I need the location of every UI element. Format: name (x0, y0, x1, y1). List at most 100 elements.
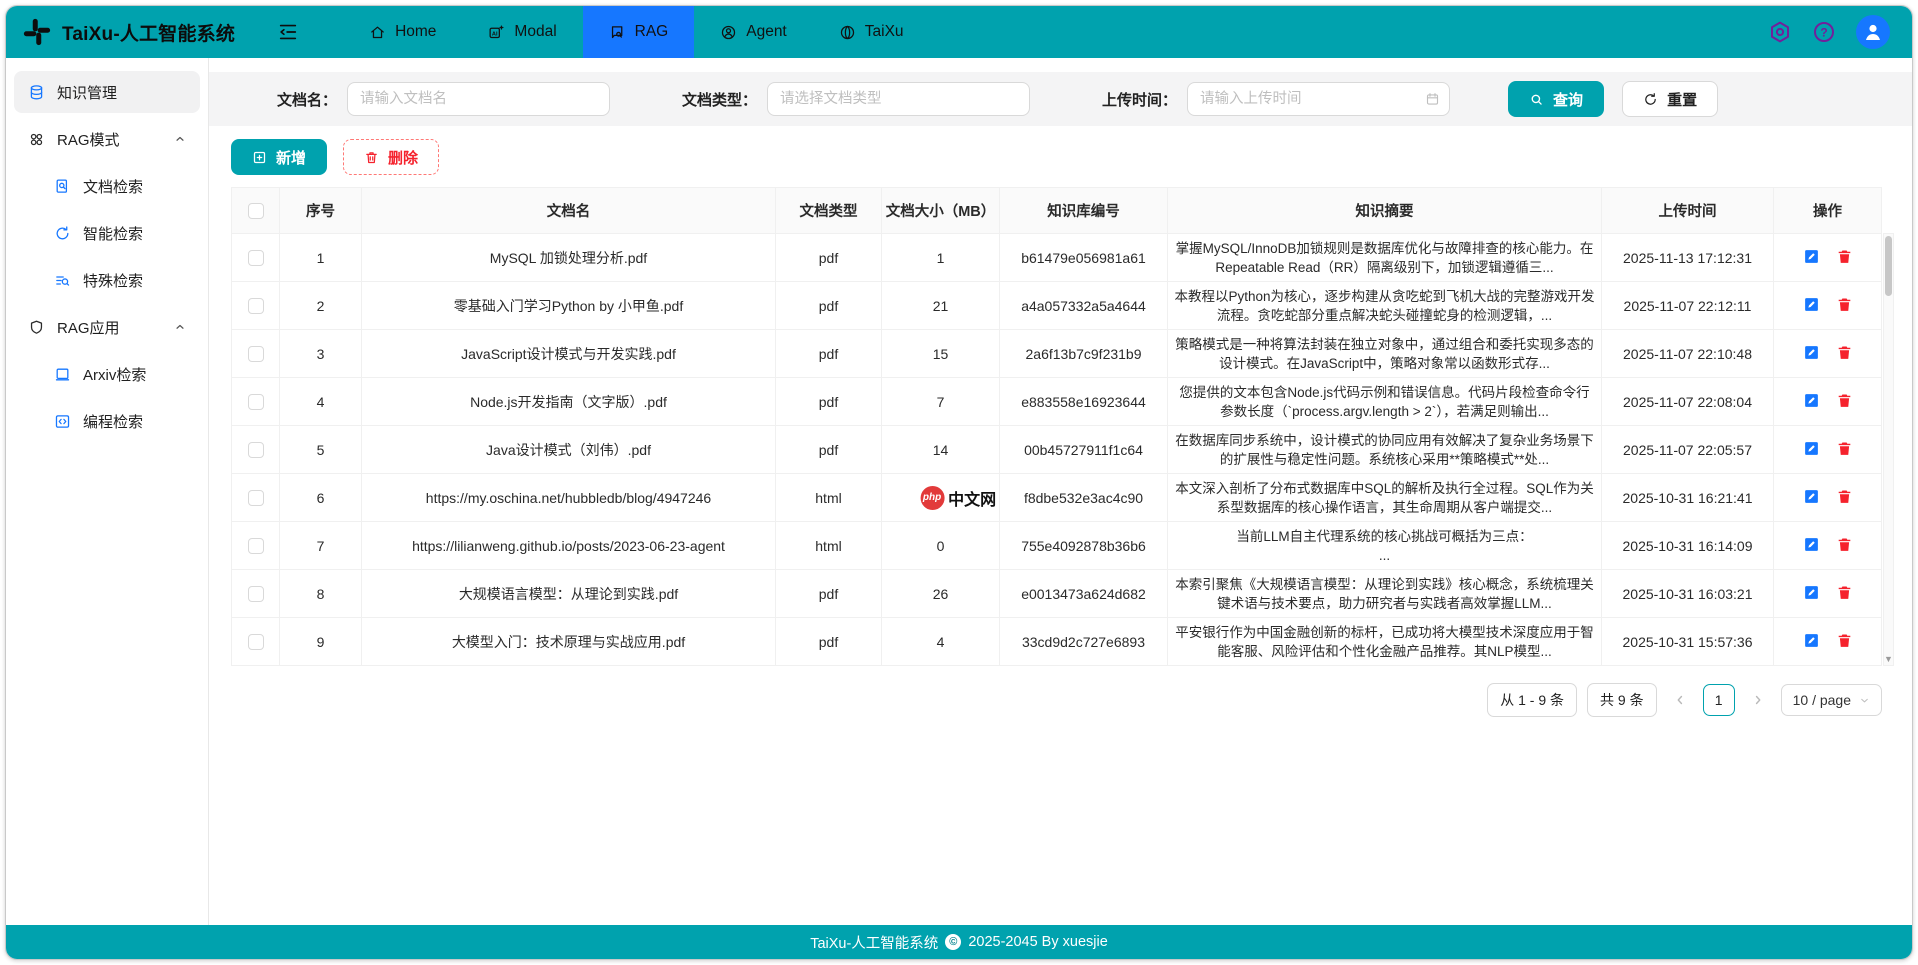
doc-name: Node.js开发指南（文字版）.pdf (362, 378, 776, 426)
agent-icon (720, 24, 737, 41)
upload-time: 2025-11-07 22:08:04 (1602, 378, 1774, 426)
edit-icon[interactable] (1803, 392, 1820, 409)
kb-id: e883558e16923644 (1000, 378, 1168, 426)
select-all-checkbox[interactable] (248, 203, 264, 219)
avatar[interactable] (1856, 15, 1890, 49)
table-row: 7https://lilianweng.github.io/posts/2023… (232, 522, 1882, 570)
edit-icon[interactable] (1803, 440, 1820, 457)
edit-icon[interactable] (1803, 632, 1820, 649)
delete-icon[interactable] (1836, 584, 1853, 601)
doc-name: 零基础入门学习Python by 小甲鱼.pdf (362, 282, 776, 330)
edit-icon[interactable] (1803, 536, 1820, 553)
menu-item-label: TaiXu (865, 23, 904, 41)
edit-icon[interactable] (1803, 248, 1820, 265)
edit-icon[interactable] (1803, 296, 1820, 313)
filter-bar: 文档名： 文档类型： 上传时间： 查询 (209, 72, 1912, 126)
row-actions (1774, 474, 1882, 522)
doc-summary: 掌握MySQL/InnoDB加锁规则是数据库优化与故障排查的核心能力。在Repe… (1168, 234, 1602, 282)
kb-id: 33cd9d2c727e6893 (1000, 618, 1168, 666)
doc-name: 大模型入门：技术原理与实战应用.pdf (362, 618, 776, 666)
upload-time: 2025-10-31 15:57:36 (1602, 618, 1774, 666)
page-size-select[interactable]: 10 / page (1781, 684, 1882, 716)
php-site-logo: php中文网 (918, 485, 998, 511)
menu-fold-icon[interactable] (277, 21, 299, 43)
menu-item-rag[interactable]: RAG (583, 6, 695, 58)
sidebar-item-知识管理[interactable]: 知识管理 (14, 71, 200, 113)
doc-name-input[interactable] (347, 82, 610, 116)
doc-type-input[interactable] (767, 82, 1030, 116)
delete-button[interactable]: 删除 (343, 139, 439, 175)
sidebar-item-Arxiv检索[interactable]: Arxiv检索 (14, 353, 200, 395)
sidebar-item-编程检索[interactable]: 编程检索 (14, 400, 200, 442)
row-checkbox[interactable] (248, 250, 264, 266)
home-icon (369, 24, 386, 41)
upload-time-input[interactable] (1187, 82, 1450, 116)
file-search-icon (54, 178, 71, 195)
row-checkbox[interactable] (248, 490, 264, 506)
main-menu: HomeAIModalRAGAgent TaiXu (343, 6, 929, 58)
upload-time: 2025-10-31 16:14:09 (1602, 522, 1774, 570)
column-header: 知识库编号 (1000, 188, 1168, 234)
row-checkbox[interactable] (248, 394, 264, 410)
table-row: 3JavaScript设计模式与开发实践.pdfpdf152a6f13b7c9f… (232, 330, 1882, 378)
menu-item-home[interactable]: Home (343, 6, 462, 58)
scrollbar-down-arrow[interactable]: ▼ (1884, 654, 1893, 664)
footer-suffix: 2025-2045 By xuesjie (968, 934, 1107, 950)
reset-button[interactable]: 重置 (1622, 81, 1718, 117)
doc-type: pdf (776, 330, 882, 378)
delete-icon[interactable] (1836, 248, 1853, 265)
row-checkbox[interactable] (248, 298, 264, 314)
sidebar-item-label: 文档检索 (83, 176, 143, 197)
search-icon (1529, 92, 1544, 107)
delete-icon[interactable] (1836, 392, 1853, 409)
delete-icon[interactable] (1836, 344, 1853, 361)
database-icon (28, 84, 45, 101)
pagination-next-button[interactable] (1745, 693, 1771, 707)
doc-summary: 本索引聚焦《大规模语言模型：从理论到实践》核心概念，系统梳理关键术语与技术要点，… (1168, 570, 1602, 618)
row-checkbox[interactable] (248, 538, 264, 554)
edit-icon[interactable] (1803, 344, 1820, 361)
edit-icon[interactable] (1803, 488, 1820, 505)
brand: TaiXu-人工智能系统 (6, 17, 235, 47)
table-scrollbar[interactable]: ▼ (1883, 233, 1894, 666)
delete-icon[interactable] (1836, 296, 1853, 313)
kb-id: 2a6f13b7c9f231b9 (1000, 330, 1168, 378)
sidebar-item-特殊检索[interactable]: 特殊检索 (14, 259, 200, 301)
upload-time: 2025-11-07 22:10:48 (1602, 330, 1774, 378)
row-checkbox[interactable] (248, 586, 264, 602)
upload-time: 2025-11-07 22:05:57 (1602, 426, 1774, 474)
sidebar-item-label: 知识管理 (57, 82, 117, 103)
doc-summary: 平安银行作为中国金融创新的标杆，已成功将大模型技术深度应用于智能客服、风险评估和… (1168, 618, 1602, 666)
add-button[interactable]: 新增 (231, 139, 327, 175)
scrollbar-thumb[interactable] (1885, 236, 1892, 296)
nav-right: ? (1768, 15, 1912, 49)
row-index: 3 (280, 330, 362, 378)
row-checkbox[interactable] (248, 346, 264, 362)
doc-name: https://lilianweng.github.io/posts/2023-… (362, 522, 776, 570)
edit-icon[interactable] (1803, 584, 1820, 601)
doc-size: 7 (882, 378, 1000, 426)
pagination-page-1[interactable]: 1 (1703, 684, 1735, 716)
delete-icon[interactable] (1836, 632, 1853, 649)
doc-type: pdf (776, 426, 882, 474)
sidebar-item-智能检索[interactable]: 智能检索 (14, 212, 200, 254)
delete-icon[interactable] (1836, 440, 1853, 457)
chevron-down-icon (1859, 695, 1870, 706)
sidebar-item-RAG模式[interactable]: RAG模式 (14, 118, 200, 160)
delete-icon[interactable] (1836, 536, 1853, 553)
main-content: 文档名： 文档类型： 上传时间： 查询 (209, 58, 1912, 925)
menu-item-modal[interactable]: AIModal (462, 6, 582, 58)
help-icon[interactable]: ? (1812, 20, 1836, 44)
column-header: 序号 (280, 188, 362, 234)
sidebar-item-RAG应用[interactable]: RAG应用 (14, 306, 200, 348)
search-button[interactable]: 查询 (1508, 81, 1604, 117)
table-header-row: 序号文档名文档类型文档大小（MB）知识库编号知识摘要上传时间操作 (232, 188, 1882, 234)
row-checkbox[interactable] (248, 442, 264, 458)
gear-icon[interactable] (1768, 20, 1792, 44)
delete-icon[interactable] (1836, 488, 1853, 505)
menu-item-taixu[interactable]: TaiXu (813, 6, 930, 58)
pagination-prev-button[interactable] (1667, 693, 1693, 707)
sidebar-item-文档检索[interactable]: 文档检索 (14, 165, 200, 207)
row-checkbox[interactable] (248, 634, 264, 650)
menu-item-agent[interactable]: Agent (694, 6, 813, 58)
